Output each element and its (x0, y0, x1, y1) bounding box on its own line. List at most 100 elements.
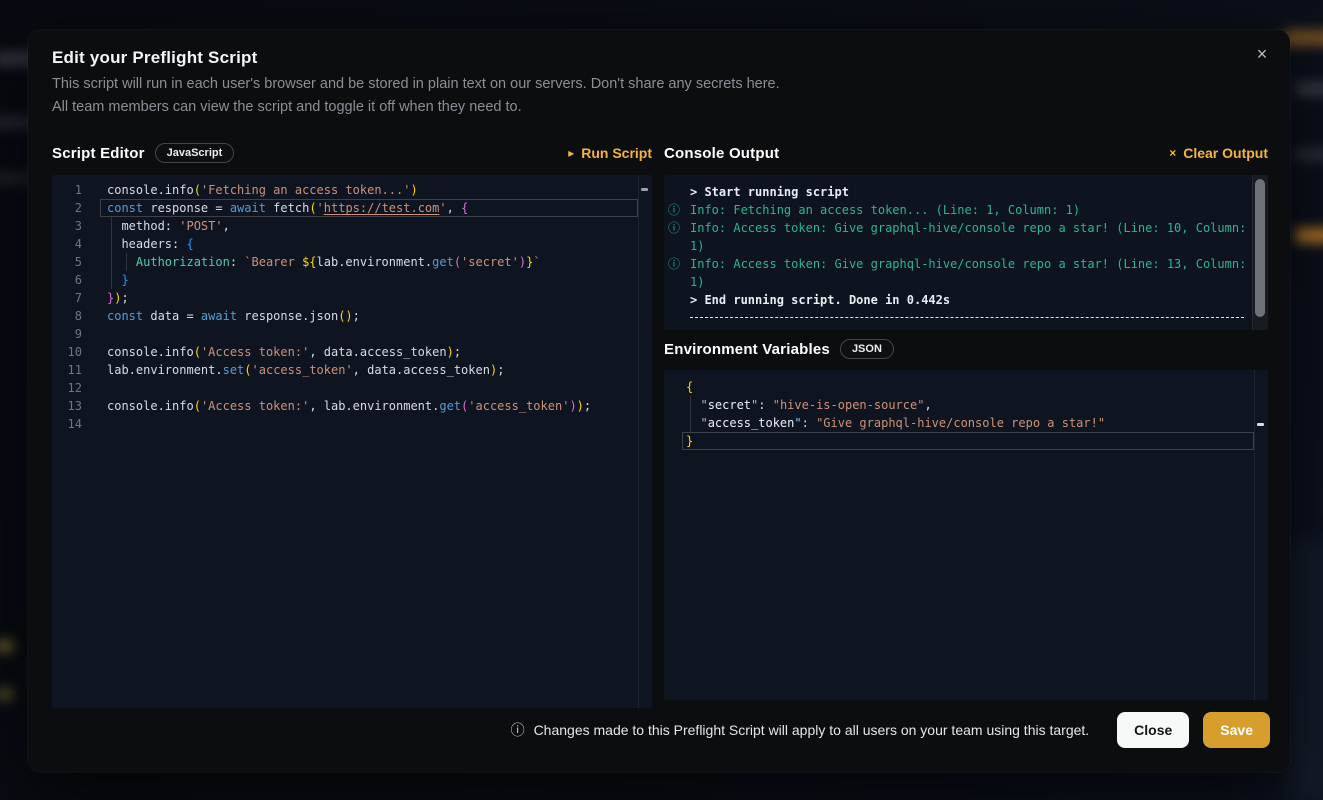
console-line-text: Info: Access token: Give graphql-hive/co… (690, 219, 1250, 255)
editor-scroll-gutter[interactable] (638, 175, 652, 708)
code-line[interactable]: 12 (52, 379, 652, 397)
code-token: () (338, 309, 352, 323)
code-token: } (686, 434, 693, 448)
console-scrollbar-track[interactable] (1252, 175, 1268, 330)
footer-note: ⓘ Changes made to this Preflight Script … (511, 720, 1090, 740)
code-token: https://test.com (324, 201, 440, 215)
console-line: > End running script. Done in 0.442s (668, 291, 1268, 309)
info-icon: ⓘ (668, 201, 690, 219)
format-badge: JSON (840, 339, 894, 359)
code-text: Authorization: `Bearer ${lab.environment… (100, 253, 638, 271)
log-prefix (668, 183, 690, 201)
code-token: fetch (266, 201, 309, 215)
code-token (686, 416, 700, 430)
preflight-script-page: × Edit your Preflight Script This script… (0, 0, 1323, 800)
backdrop-blur (1289, 540, 1323, 800)
code-text (100, 325, 638, 343)
line-number: 9 (52, 325, 100, 343)
environment-variables-editor[interactable]: { "secret": "hive-is-open-source", "acce… (664, 370, 1268, 700)
line-number: 12 (52, 379, 100, 397)
code-text: const data = await response.json(); (100, 307, 638, 325)
environment-variables-heading: Environment Variables (664, 341, 830, 358)
code-line[interactable]: 3 method: 'POST', (52, 217, 652, 235)
code-text (100, 379, 638, 397)
code-token: 'access_token' (252, 363, 353, 377)
code-line[interactable]: 10console.info('Access token:', data.acc… (52, 343, 652, 361)
env-line[interactable]: "secret": "hive-is-open-source", (664, 396, 1268, 414)
code-text: method: 'POST', (100, 217, 638, 235)
code-text: console.info('Fetching an access token..… (100, 181, 638, 199)
code-token: 'POST' (179, 219, 222, 233)
code-token: ( (244, 363, 251, 377)
line-gutter (664, 432, 682, 450)
script-code-editor[interactable]: 1console.info('Fetching an access token.… (52, 175, 652, 708)
env-text: } (682, 432, 1254, 450)
code-token: console.info (107, 345, 194, 359)
code-text: const response = await fetch('https://te… (100, 199, 638, 217)
code-token: secret (708, 398, 751, 412)
code-text: headers: { (100, 235, 638, 253)
overview-ruler-marker (1257, 423, 1264, 426)
code-token (686, 398, 700, 412)
line-number: 2 (52, 199, 100, 217)
code-line[interactable]: 2const response = await fetch('https://t… (52, 199, 652, 217)
clear-output-button[interactable]: × Clear Output (1169, 145, 1268, 161)
code-line[interactable]: 5 Authorization: `Bearer ${lab.environme… (52, 253, 652, 271)
code-token: Authorization (136, 255, 230, 269)
line-gutter (664, 396, 682, 414)
code-token: { (686, 380, 693, 394)
code-token: get (432, 255, 454, 269)
overview-ruler-marker (641, 188, 648, 191)
log-prefix (668, 291, 690, 309)
clear-output-label: Clear Output (1183, 145, 1268, 161)
env-line[interactable]: } (664, 432, 1268, 450)
code-line[interactable]: 9 (52, 325, 652, 343)
code-token: 'access_token' (468, 399, 569, 413)
code-token: console.info (107, 183, 194, 197)
line-number: 11 (52, 361, 100, 379)
code-line[interactable]: 7}); (52, 289, 652, 307)
save-button[interactable]: Save (1203, 712, 1270, 748)
code-token: , data.access_token (309, 345, 446, 359)
console-scrollbar-thumb[interactable] (1255, 179, 1265, 317)
code-token: , (924, 398, 931, 412)
code-token: 'Access token:' (201, 345, 309, 359)
code-line[interactable]: 8const data = await response.json(); (52, 307, 652, 325)
code-line[interactable]: 13console.info('Access token:', lab.envi… (52, 397, 652, 415)
info-icon: ⓘ (668, 255, 690, 291)
script-editor-header: Script Editor JavaScript ▸ Run Script (52, 140, 652, 166)
close-icon[interactable]: × (1250, 42, 1274, 66)
code-token: const (107, 309, 143, 323)
code-text: console.info('Access token:', lab.enviro… (100, 397, 638, 415)
code-line[interactable]: 11lab.environment.set('access_token', da… (52, 361, 652, 379)
code-token: : (758, 398, 772, 412)
code-token: ' (317, 201, 324, 215)
editor-scroll-gutter[interactable] (1254, 370, 1268, 700)
line-number: 13 (52, 397, 100, 415)
line-gutter (664, 378, 682, 396)
code-token: response.json (237, 309, 338, 323)
close-button[interactable]: Close (1117, 712, 1189, 748)
console-output-panel: > Start running scriptⓘInfo: Fetching an… (664, 175, 1268, 330)
env-line[interactable]: "access_token": "Give graphql-hive/conso… (664, 414, 1268, 432)
code-token: await (230, 201, 266, 215)
code-line[interactable]: 6 } (52, 271, 652, 289)
code-line[interactable]: 4 headers: { (52, 235, 652, 253)
code-text: lab.environment.set('access_token', data… (100, 361, 638, 379)
code-token: ; (121, 291, 128, 305)
code-text (100, 415, 638, 433)
modal-footer: ⓘ Changes made to this Preflight Script … (52, 711, 1270, 749)
environment-variables-header: Environment Variables JSON (664, 336, 1268, 362)
line-number: 4 (52, 235, 100, 253)
code-text: console.info('Access token:', data.acces… (100, 343, 638, 361)
code-token: ; (497, 363, 504, 377)
env-line[interactable]: { (664, 378, 1268, 396)
code-token: } (121, 273, 128, 287)
code-token: console.info (107, 399, 194, 413)
code-line[interactable]: 1console.info('Fetching an access token.… (52, 181, 652, 199)
run-script-button[interactable]: ▸ Run Script (568, 145, 652, 161)
code-token: response = (143, 201, 230, 215)
console-line: ⓘInfo: Access token: Give graphql-hive/c… (668, 219, 1268, 255)
modal-description-line2: All team members can view the script and… (52, 99, 522, 115)
code-line[interactable]: 14 (52, 415, 652, 433)
